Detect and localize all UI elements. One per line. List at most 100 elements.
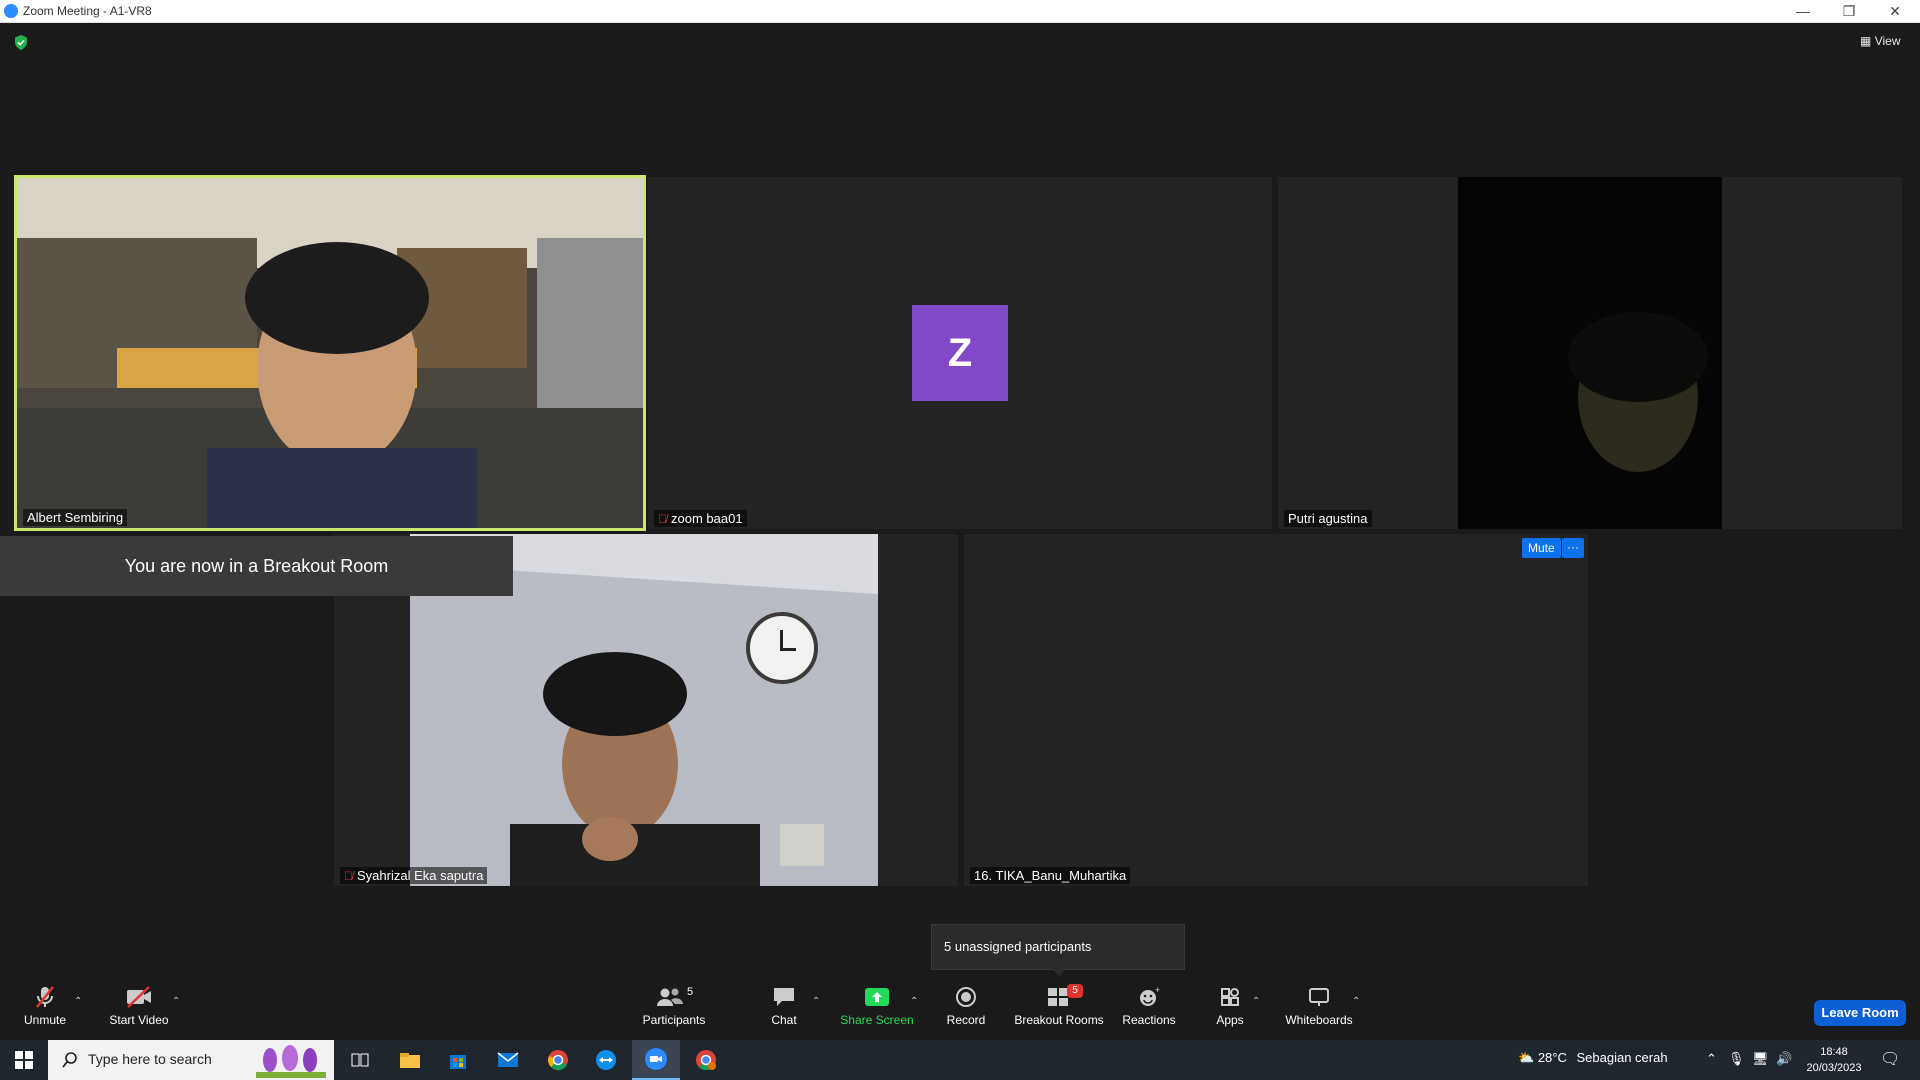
restore-button[interactable]: ❐ [1826,0,1872,23]
share-options-caret[interactable]: ⌃ [910,996,918,1007]
reactions-button[interactable]: + Reactions [1104,984,1194,1034]
zoom-taskbar-icon[interactable] [632,1040,680,1080]
whiteboard-icon [1274,984,1364,1010]
participants-label: Participants [642,1013,706,1027]
chat-button[interactable]: Chat [739,984,829,1034]
crocus-flower-icon [256,1045,326,1078]
start-button[interactable] [0,1040,48,1080]
grid-icon: ▦ [1860,34,1872,48]
unmute-label: Unmute [23,1013,67,1027]
albert-name-text: Albert Sembiring [27,510,124,525]
participants-button[interactable]: 5 Participants [629,984,719,1034]
whiteboards-button[interactable]: Whiteboards [1274,984,1364,1034]
tray-volume-icon[interactable]: 🔊 [1776,1051,1792,1067]
chat-label: Chat [771,1013,797,1027]
participant-name-tika: 16. TIKA_Banu_Muhartika [970,867,1131,884]
participant-name-syahrizal: 🎙̸ Syahrizal Eka saputra [340,867,488,884]
video-tile-putri[interactable]: Putri agustina [1278,177,1902,529]
unassigned-participants-popup[interactable]: 5 unassigned participants [931,924,1185,976]
teamviewer-icon[interactable] [582,1040,630,1080]
whiteboards-label: Whiteboards [1285,1013,1353,1027]
taskbar-clock[interactable]: 18:48 20/03/2023 [1802,1044,1866,1076]
video-tile-zoom-baa01[interactable]: Z 🎙̸ zoom baa01 [648,177,1272,529]
tray-overflow-chevron-icon[interactable]: ⌃ [1706,1051,1717,1067]
apps-options-caret[interactable]: ⌃ [1252,996,1260,1007]
window-titlebar: Zoom Meeting - A1-VR8 — ❐ ✕ [0,0,1920,23]
chat-options-caret[interactable]: ⌃ [812,996,820,1007]
file-explorer-icon[interactable] [386,1040,434,1080]
video-tile-tika[interactable]: Mute ··· 16. TIKA_Banu_Muhartika [964,534,1588,886]
clock-time: 18:48 [1820,1046,1848,1058]
unassigned-text: 5 unassigned participants [944,939,1092,954]
avatar: Z [912,305,1008,401]
breakout-rooms-label: Breakout Rooms [1014,1013,1104,1027]
participant-name-albert: Albert Sembiring [23,509,128,526]
leave-room-button[interactable]: Leave Room [1814,1000,1906,1026]
tika-name-text: 16. TIKA_Banu_Muhartika [974,868,1127,883]
share-screen-icon [832,984,922,1010]
weather-widget[interactable]: ⛅ 28°C Sebagian cerah [1518,1050,1668,1066]
svg-text:+: + [1155,986,1160,995]
reactions-icon: + [1104,984,1194,1010]
chrome-icon[interactable] [534,1040,582,1080]
weather-description: Sebagian cerah [1576,1050,1668,1065]
more-options-button[interactable]: ··· [1562,538,1584,558]
window-title: Zoom Meeting - A1-VR8 [23,4,152,18]
video-tile-albert[interactable]: Albert Sembiring [14,175,646,531]
apps-button[interactable]: Apps [1185,984,1275,1034]
participant-name-putri: Putri agustina [1284,510,1372,527]
record-button[interactable]: Record [921,984,1011,1034]
search-placeholder: Type here to search [88,1051,212,1067]
tray-microphone-icon[interactable]: 🎙 [1728,1051,1745,1067]
view-label: View [1874,34,1901,48]
video-off-icon [94,984,184,1010]
zoom-name-text: zoom baa01 [671,511,743,526]
putri-name-text: Putri agustina [1288,511,1368,526]
search-icon [62,1052,77,1068]
share-screen-label: Share Screen [840,1013,914,1027]
apps-icon [1185,984,1275,1010]
unmute-button[interactable]: Unmute [0,984,90,1034]
mic-muted-icon: 🎙̸ [658,511,667,526]
albert-video [17,178,643,528]
meeting-toolbar: Unmute ⌃ Start Video ⌃ 5 Participants Ch… [0,978,1920,1040]
whiteboards-options-caret[interactable]: ⌃ [1352,996,1360,1007]
view-button[interactable]: ▦ View [1860,34,1900,48]
mic-muted-icon: 🎙̸ [344,868,353,883]
breakout-rooms-badge: 5 [1067,984,1083,998]
reactions-label: Reactions [1122,1013,1176,1027]
close-button[interactable]: ✕ [1872,0,1918,23]
breakout-rooms-icon: 5 [1013,984,1105,1010]
audio-options-caret[interactable]: ⌃ [74,996,82,1007]
clock-date: 20/03/2023 [1806,1062,1862,1074]
microsoft-store-icon[interactable] [434,1040,482,1080]
syahrizal-name-text: Syahrizal Eka saputra [357,868,484,883]
record-icon [921,984,1011,1010]
participants-icon: 5 [629,984,719,1010]
task-view-icon[interactable] [336,1040,384,1080]
zoom-app-icon [4,4,18,18]
mail-icon[interactable] [484,1040,532,1080]
windows-taskbar: Type here to search ⛅ 28°C Sebagian cera… [0,1040,1920,1080]
record-label: Record [946,1013,986,1027]
mute-participant-button[interactable]: Mute [1522,538,1561,558]
putri-video [1458,177,1722,529]
minimize-button[interactable]: — [1780,0,1826,23]
breakout-rooms-button[interactable]: 5 Breakout Rooms [1013,984,1105,1034]
start-video-button[interactable]: Start Video [94,984,184,1034]
chrome-profile-icon[interactable] [682,1040,730,1080]
share-screen-button[interactable]: Share Screen [832,984,922,1034]
apps-label: Apps [1216,1013,1244,1027]
breakout-room-notification: You are now in a Breakout Room [0,536,513,596]
windows-logo-icon [15,1051,33,1069]
weather-cloud-sun-icon: ⛅ [1518,1050,1535,1065]
weather-temperature: 28°C [1537,1050,1567,1065]
start-video-label: Start Video [109,1013,169,1027]
participants-count: 5 [686,986,694,998]
tray-network-icon[interactable]: 🖥 [1752,1051,1769,1067]
encryption-shield-icon[interactable] [14,35,28,50]
taskbar-search-box[interactable]: Type here to search [48,1040,334,1080]
action-center-icon[interactable]: 🗨 [1880,1049,1900,1069]
video-options-caret[interactable]: ⌃ [172,996,180,1007]
participant-name-zoom-baa01: 🎙̸ zoom baa01 [654,510,747,527]
